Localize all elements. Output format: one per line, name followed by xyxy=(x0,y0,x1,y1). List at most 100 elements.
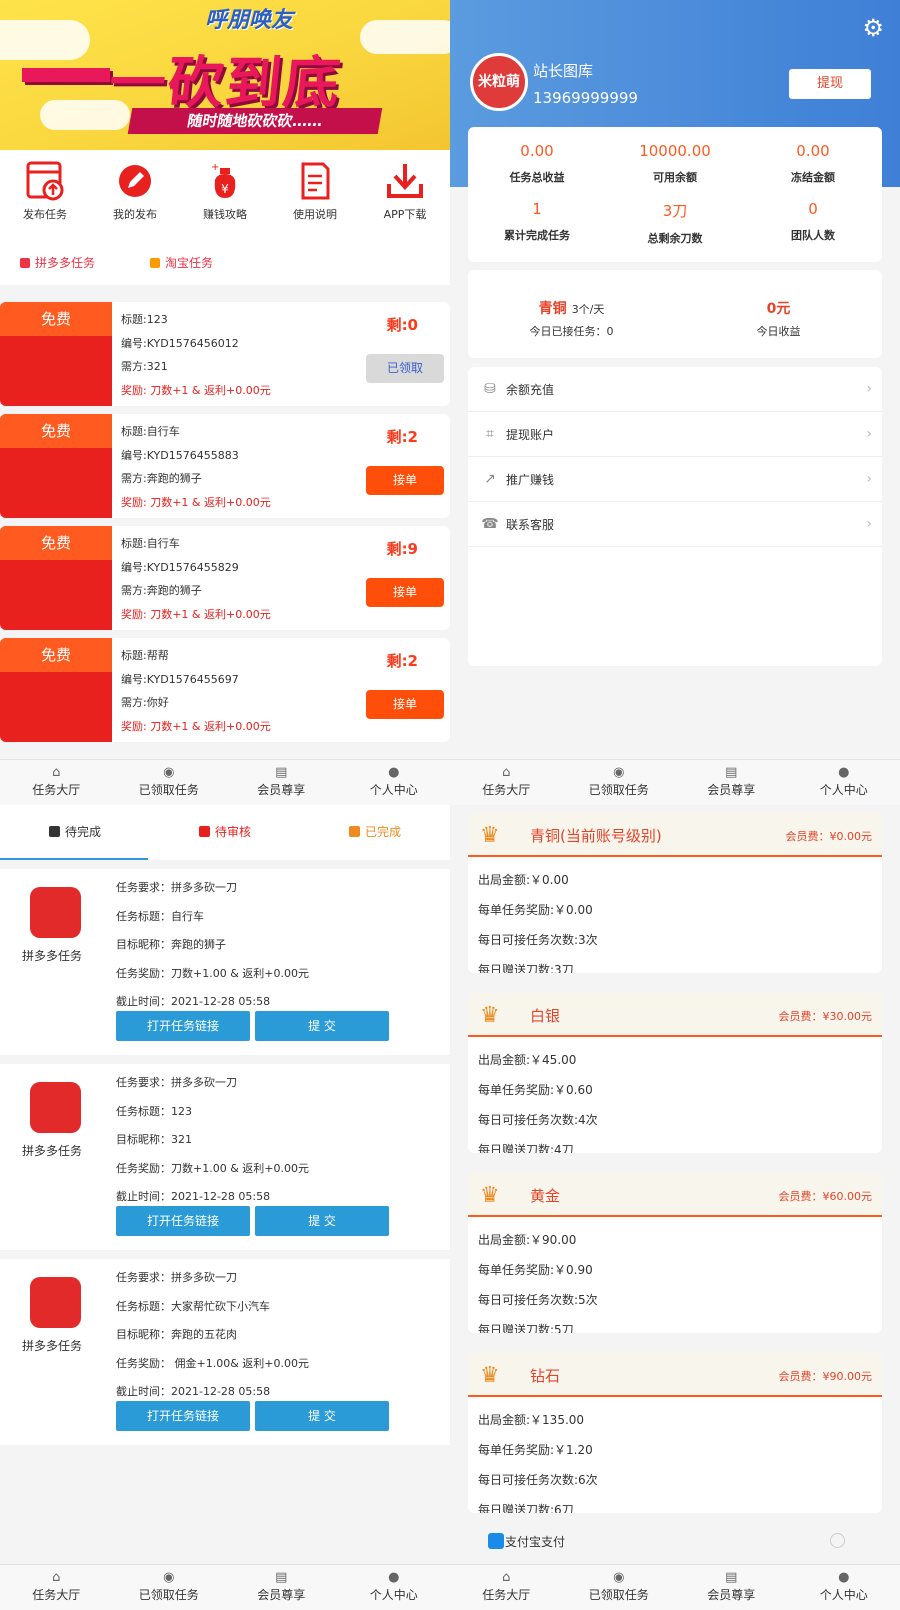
nav-received[interactable]: ◉ 已领取任务 xyxy=(113,1565,226,1610)
stat-value: 1 xyxy=(532,200,542,218)
accept-task-button[interactable]: 接单 xyxy=(366,690,444,719)
avatar[interactable]: 米粒萌 xyxy=(470,53,528,111)
nav-received[interactable]: ◉ 已领取任务 xyxy=(563,760,676,805)
tab-label: 待审核 xyxy=(214,825,251,839)
vip-level-card[interactable]: ♛ 青铜(当前账号级别) 会员费：¥0.00元 出局金额:￥0.00 每单任务奖励:￥… xyxy=(468,813,882,973)
tab-taobao-label: 淘宝任务 xyxy=(165,256,214,270)
platform-label: 拼多多任务 xyxy=(22,949,83,963)
order-target: 目标昵称：奔跑的五花肉 xyxy=(116,1328,237,1341)
level-name: 青铜 xyxy=(538,301,567,317)
task-code: 编号:KYD1576455883 xyxy=(121,448,239,462)
order-requirement: 任务要求：拼多多砍一刀 xyxy=(116,1271,237,1284)
level-name: 钻石 xyxy=(530,1367,561,1385)
usage-guide-button[interactable]: 使用说明 xyxy=(270,160,360,240)
alipay-icon xyxy=(488,1533,504,1549)
level-fee: 会员费：¥0.00元 xyxy=(785,830,873,843)
accept-task-button[interactable]: 接单 xyxy=(366,466,444,495)
publish-task-button[interactable]: 发布任务 xyxy=(0,160,90,240)
publish-icon xyxy=(26,161,64,201)
bottom-nav: ⌂ 任务大厅 ◉ 已领取任务 ▤ 会员尊享 ● 个人中心 xyxy=(450,759,900,805)
open-link-button[interactable]: 打开任务链接 xyxy=(116,1206,250,1236)
nav-profile[interactable]: ● 个人中心 xyxy=(338,760,451,805)
submit-button[interactable]: 提 交 xyxy=(255,1206,389,1236)
level-name: 白银 xyxy=(530,1007,561,1025)
vip-level-card[interactable]: ♛ 钻石 会员费：¥90.00元 出局金额:￥135.00 每单任务奖励:￥1.20 每… xyxy=(468,1353,882,1513)
stat-label: 冻结金额 xyxy=(791,171,835,184)
alipay-option[interactable]: 支付宝支付 xyxy=(505,1533,565,1550)
gear-icon[interactable]: ⚙ xyxy=(862,14,884,42)
menu-label: 提现账户 xyxy=(506,427,555,442)
open-link-button[interactable]: 打开任务链接 xyxy=(116,1401,250,1431)
level-row: 每单任务奖励:￥1.20 xyxy=(478,1443,593,1457)
level-row: 出局金额:￥135.00 xyxy=(478,1413,585,1427)
earn-guide-button[interactable]: ¥ + 赚钱攻略 xyxy=(180,160,270,240)
alipay-radio[interactable] xyxy=(830,1533,845,1548)
level-row: 每日赠送刀数:4刀 xyxy=(478,1143,574,1153)
order-reward: 任务奖励： 佣金+1.00& 返利+0.00元 xyxy=(116,1356,309,1370)
withdraw-button[interactable]: 提现 xyxy=(789,69,871,99)
submit-button[interactable]: 提 交 xyxy=(255,1011,389,1041)
tab-pending[interactable]: 待完成 xyxy=(0,805,150,860)
level-row: 每日赠送刀数:5刀 xyxy=(478,1323,574,1333)
free-badge: 免费 xyxy=(0,414,112,448)
nav-received[interactable]: ◉ 已领取任务 xyxy=(113,760,226,805)
nav-vip[interactable]: ▤ 会员尊享 xyxy=(225,760,338,805)
coins-icon: ⛁ xyxy=(484,381,496,397)
platform-tabs: 拼多多任务 淘宝任务 xyxy=(0,240,450,285)
tab-done[interactable]: 已完成 xyxy=(300,805,450,860)
nav-profile[interactable]: ● 个人中心 xyxy=(788,760,900,805)
nav-task-hall[interactable]: ⌂ 任务大厅 xyxy=(0,1565,113,1610)
my-publish-button[interactable]: 我的发布 xyxy=(90,160,180,240)
pinduoduo-logo xyxy=(30,887,81,938)
tab-taobao[interactable]: 淘宝任务 xyxy=(150,254,213,271)
profile-screen: ⚙ 米粒萌 站长图库 13969999999 提现 0.00 任务总收益 1000… xyxy=(450,0,900,805)
menu-promote[interactable]: ↗ 推广赚钱 › xyxy=(468,457,882,502)
nav-received[interactable]: ◉ 已领取任务 xyxy=(563,1565,676,1610)
nav-task-hall[interactable]: ⌂ 任务大厅 xyxy=(450,760,563,805)
level-row: 每日可接任务次数:4次 xyxy=(478,1113,598,1127)
nav-vip[interactable]: ▤ 会员尊享 xyxy=(675,760,788,805)
banner-subtitle: 随时随地砍砍砍…… xyxy=(127,108,383,134)
task-code: 编号:KYD1576455829 xyxy=(121,560,239,574)
nav-label: 个人中心 xyxy=(819,783,868,797)
app-download-button[interactable]: APP下载 xyxy=(360,160,450,240)
home-icon: ⌂ xyxy=(52,1570,61,1585)
level-row: 每日赠送刀数:3刀 xyxy=(478,963,574,973)
home-icon: ⌂ xyxy=(52,765,61,780)
bottom-nav: ⌂ 任务大厅 ◉ 已领取任务 ▤ 会员尊享 ● 个人中心 xyxy=(0,1564,450,1610)
nav-label: 会员尊享 xyxy=(707,783,756,797)
stat-available-balance: 10000.00 可用余额 xyxy=(606,142,744,185)
vip-level-card[interactable]: ♛ 黄金 会员费：¥60.00元 出局金额:￥90.00 每单任务奖励:￥0.90 每日… xyxy=(468,1173,882,1333)
nav-label: 会员尊享 xyxy=(257,1588,306,1602)
income-value: 0元 xyxy=(766,301,791,317)
open-link-button[interactable]: 打开任务链接 xyxy=(116,1011,250,1041)
chevron-right-icon: › xyxy=(866,426,872,442)
level-name: 黄金 xyxy=(530,1187,561,1205)
usage-guide-label: 使用说明 xyxy=(293,208,337,221)
free-badge: 免费 xyxy=(0,638,112,672)
submit-button[interactable]: 提 交 xyxy=(255,1401,389,1431)
tab-review[interactable]: 待审核 xyxy=(150,805,300,860)
tab-pinduoduo[interactable]: 拼多多任务 xyxy=(20,254,95,271)
vip-level-card[interactable]: ♛ 白银 会员费：¥30.00元 出局金额:￥45.00 每单任务奖励:￥0.60 每日… xyxy=(468,993,882,1153)
stat-team: 0 团队人数 xyxy=(744,200,882,243)
nav-profile[interactable]: ● 个人中心 xyxy=(788,1565,900,1610)
nav-task-hall[interactable]: ⌂ 任务大厅 xyxy=(0,760,113,805)
promo-banner[interactable]: 呼朋唤友 一砍到底 随时随地砍砍砍…… xyxy=(0,0,450,150)
level-row: 每单任务奖励:￥0.00 xyxy=(478,903,593,917)
task-code: 编号:KYD1576455697 xyxy=(121,672,239,686)
nav-vip[interactable]: ▤ 会员尊享 xyxy=(225,1565,338,1610)
nav-vip[interactable]: ▤ 会员尊享 xyxy=(675,1565,788,1610)
nav-profile[interactable]: ● 个人中心 xyxy=(338,1565,451,1610)
menu-withdraw-account[interactable]: ⌗ 提现账户 › xyxy=(468,412,882,457)
order-reward: 任务奖励：刀数+1.00 & 返利+0.00元 xyxy=(116,966,309,980)
order-card: 拼多多任务 任务要求：拼多多砍一刀 任务标题：自行车 目标昵称：奔跑的狮子 任务奖励：… xyxy=(0,869,450,1055)
nav-label: 个人中心 xyxy=(369,1588,418,1602)
accept-task-button[interactable]: 接单 xyxy=(366,578,444,607)
task-claimed-button[interactable]: 已领取 xyxy=(366,354,444,383)
chevron-right-icon: › xyxy=(866,471,872,487)
nav-label: 已领取任务 xyxy=(588,1588,649,1602)
menu-recharge[interactable]: ⛁ 余额充值 › xyxy=(468,367,882,412)
nav-task-hall[interactable]: ⌂ 任务大厅 xyxy=(450,1565,563,1610)
menu-support[interactable]: ☎ 联系客服 › xyxy=(468,502,882,547)
